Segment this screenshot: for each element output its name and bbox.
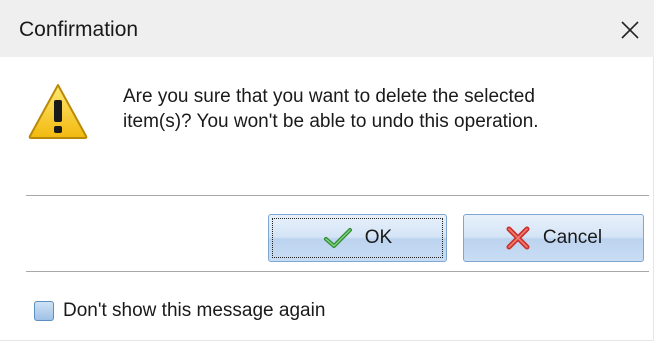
ok-label: OK [364,227,393,248]
close-icon [621,21,639,39]
message-line-1: Are you sure that you want to delete the… [123,86,535,107]
ok-button[interactable]: OK [268,214,447,262]
checkmark-icon [323,227,353,249]
dont-show-again-option[interactable]: Don't show this message again [34,300,325,322]
title-bar[interactable]: Confirmation [0,0,654,57]
close-button[interactable] [608,8,652,52]
dont-show-again-checkbox[interactable] [34,301,54,321]
warning-icon [28,84,88,139]
cancel-label: Cancel [542,227,603,248]
red-x-icon [505,225,531,251]
cancel-button[interactable]: Cancel [463,214,644,262]
message-line-2: item(s)? You won't be able to undo this … [123,111,539,132]
dont-show-again-label[interactable]: Don't show this message again [63,300,325,322]
focus-ring [272,218,443,258]
dialog-title: Confirmation [19,18,139,41]
top-divider [26,195,649,196]
bottom-divider [26,271,649,272]
confirmation-message: Are you sure that you want to delete the… [123,84,623,134]
confirmation-dialog: Confirmation Are you sure that you want … [0,0,654,341]
